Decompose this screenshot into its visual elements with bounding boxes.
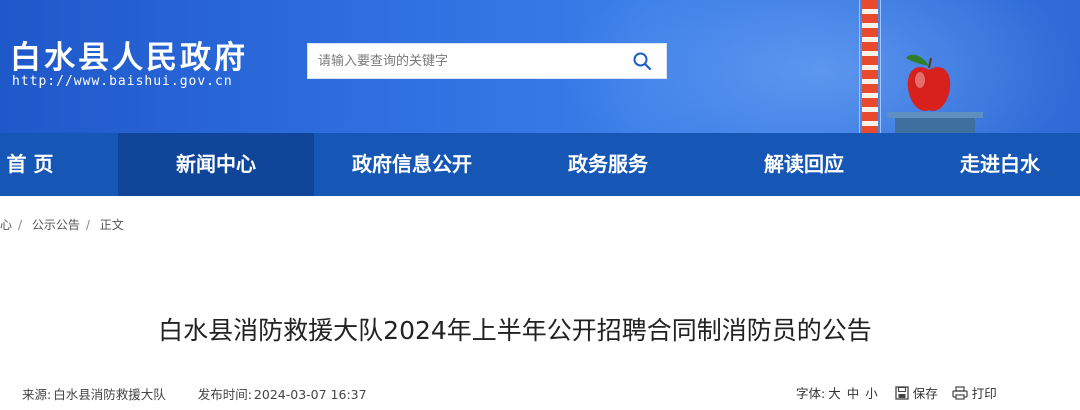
site-title[interactable]: 白水县人民政府: [10, 32, 248, 77]
breadcrumb-item-current: 正文: [99, 218, 124, 232]
article-title: 白水县消防救援大队2024年上半年公开招聘合同制消防员的公告: [158, 316, 872, 345]
nav-item-gov-info[interactable]: 政府信息公开: [314, 133, 510, 196]
search-input[interactable]: [308, 44, 618, 78]
site-url: http://www.baishui.gov.cn: [12, 74, 233, 89]
font-size-small[interactable]: 小: [865, 383, 878, 402]
print-button[interactable]: 打印: [952, 383, 997, 402]
date-value: 2024-03-07 16:37: [253, 387, 367, 402]
nav-item-about[interactable]: 走进白水: [902, 133, 1080, 196]
date-label: 发布时间:: [197, 387, 252, 402]
search-button[interactable]: [618, 44, 666, 78]
printer-icon: [952, 385, 968, 400]
source-label: 来源:: [22, 387, 52, 402]
header-banner: 白水县人民政府 http://www.baishui.gov.cn: [0, 0, 1080, 133]
save-label: 保存: [912, 386, 938, 401]
breadcrumb-item-notices[interactable]: 公示公告: [32, 218, 80, 232]
tower-image: [859, 0, 881, 133]
breadcrumb-separator: /: [18, 218, 23, 232]
font-size-medium[interactable]: 中: [847, 383, 860, 402]
apple-icon: [906, 54, 951, 111]
nav-item-home[interactable]: 首 页: [0, 133, 80, 196]
font-size-label: 字体:: [796, 386, 826, 401]
breadcrumb-separator: /: [85, 218, 90, 232]
save-button[interactable]: 保存: [895, 383, 938, 402]
nav-item-news[interactable]: 新闻中心: [118, 133, 314, 196]
article-tools: 字体: 大 中 小 保存 打印: [796, 383, 997, 402]
platform-image: [887, 112, 983, 133]
main-nav: 首 页 新闻中心 政府信息公开 政务服务 解读回应 走进白水: [0, 133, 1080, 196]
font-size-large[interactable]: 大: [828, 383, 841, 402]
source-value: 白水县消防救援大队: [53, 387, 166, 402]
search-icon: [633, 52, 652, 71]
save-icon: [895, 385, 909, 400]
breadcrumb: 心 / 公示公告 / 正文: [0, 216, 128, 233]
article-meta: 来源: 白水县消防救援大队 发布时间: 2024-03-07 16:37: [22, 384, 369, 403]
search-box: [307, 43, 667, 79]
nav-item-interpretation[interactable]: 解读回应: [706, 133, 902, 196]
print-label: 打印: [971, 386, 997, 401]
breadcrumb-item-news[interactable]: 心: [0, 218, 12, 232]
nav-item-services[interactable]: 政务服务: [510, 133, 706, 196]
